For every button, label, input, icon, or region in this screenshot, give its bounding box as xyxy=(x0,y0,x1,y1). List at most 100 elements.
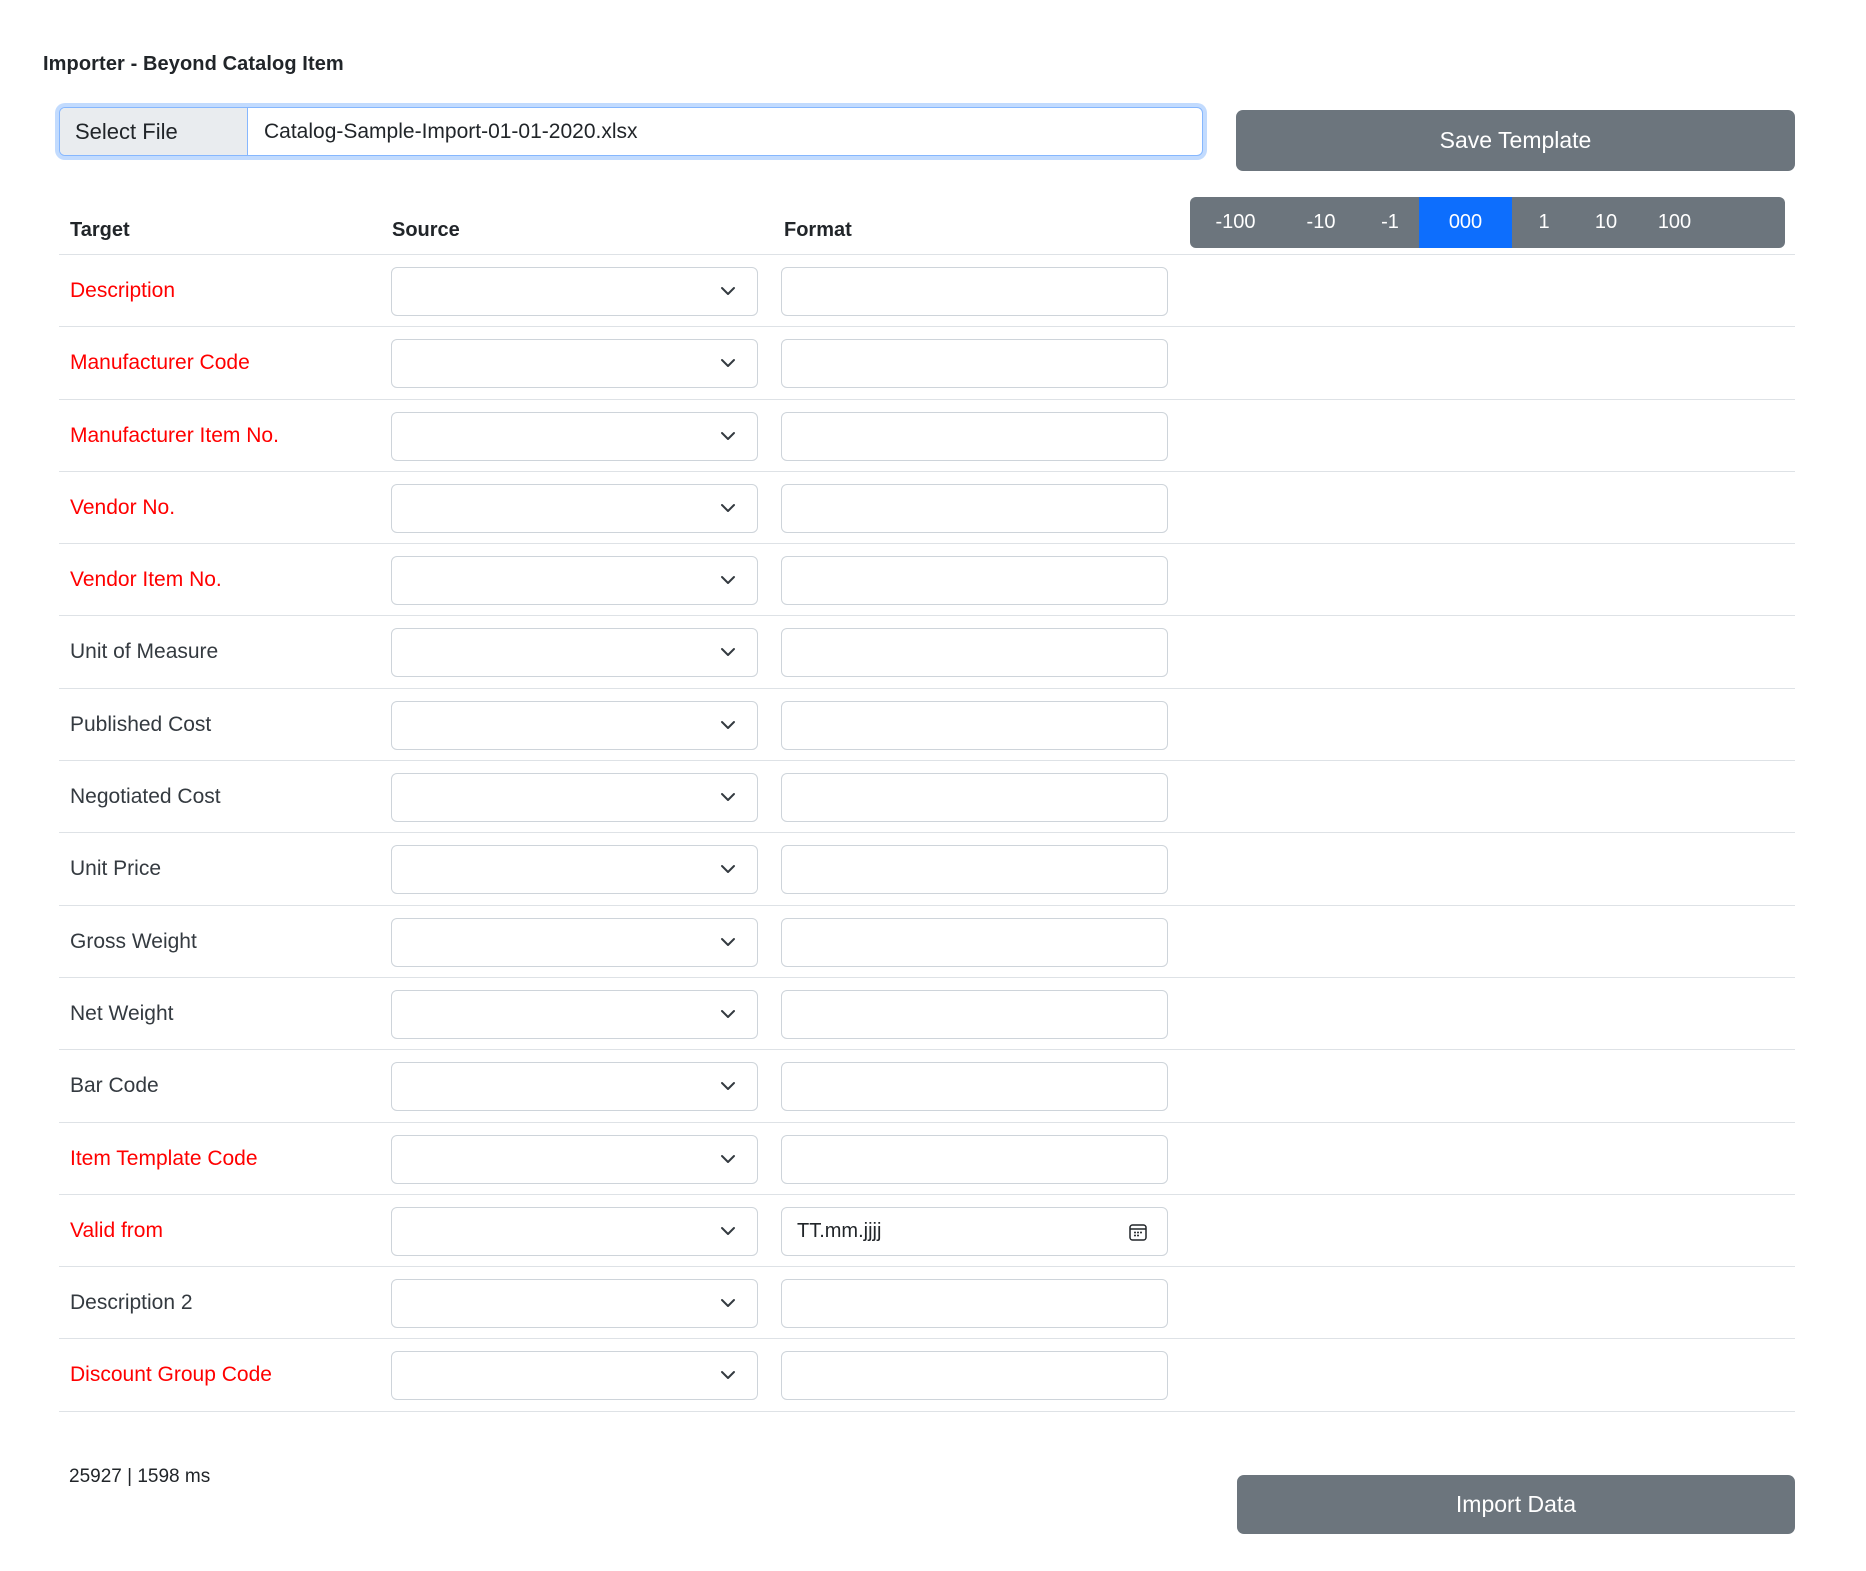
format-input[interactable] xyxy=(781,556,1168,606)
offset-step-group: -100 -10 -1 000 1 10 100 xyxy=(1190,197,1785,248)
table-row: Gross Weight xyxy=(59,906,1795,978)
chevron-down-icon xyxy=(720,1151,736,1167)
table-row: Negotiated Cost xyxy=(59,761,1795,834)
format-input[interactable] xyxy=(781,1351,1168,1401)
chevron-down-icon xyxy=(720,1223,736,1239)
source-select[interactable] xyxy=(391,700,758,750)
source-select[interactable] xyxy=(391,339,758,389)
chevron-down-icon xyxy=(720,934,736,950)
chevron-down-icon xyxy=(720,1295,736,1311)
chevron-down-icon xyxy=(720,1367,736,1383)
source-select[interactable] xyxy=(391,628,758,678)
target-field-label: Description xyxy=(70,279,176,302)
chevron-down-icon xyxy=(720,283,736,299)
table-row: Discount Group Code xyxy=(59,1339,1795,1412)
format-input[interactable] xyxy=(781,1279,1168,1329)
format-input[interactable] xyxy=(781,1134,1168,1184)
table-row: Valid from TT.mm.jjjj xyxy=(59,1195,1795,1268)
source-select[interactable] xyxy=(391,556,758,606)
source-select[interactable] xyxy=(391,267,758,316)
file-input[interactable]: Select File Catalog-Sample-Import-01-01-… xyxy=(59,107,1203,156)
chevron-down-icon xyxy=(720,428,736,444)
target-field-label: Net Weight xyxy=(70,1001,174,1025)
source-select[interactable] xyxy=(391,917,758,967)
target-field-label: Vendor No. xyxy=(70,495,176,519)
source-select[interactable] xyxy=(391,411,758,461)
table-row: Description xyxy=(59,255,1795,328)
target-field-label: Manufacturer Item No. xyxy=(70,423,279,447)
format-input[interactable] xyxy=(781,1062,1168,1112)
table-row: Vendor No. xyxy=(59,472,1795,545)
offset-step-button[interactable]: 1 xyxy=(1512,197,1576,248)
column-header-target: Target xyxy=(70,219,130,241)
table-row: Net Weight xyxy=(59,978,1795,1051)
target-field-label: Unit Price xyxy=(70,857,162,881)
format-input[interactable] xyxy=(781,845,1168,895)
select-file-button[interactable]: Select File xyxy=(60,108,248,155)
chevron-down-icon xyxy=(720,861,736,877)
table-row: Bar Code xyxy=(59,1050,1795,1123)
table-row: Manufacturer Item No. xyxy=(59,400,1795,472)
offset-step-button[interactable]: -10 xyxy=(1281,197,1361,248)
chevron-down-icon xyxy=(720,355,736,371)
calendar-icon[interactable] xyxy=(1128,1222,1148,1242)
import-status: 25927 | 1598 ms xyxy=(69,1466,211,1487)
target-field-label: Vendor Item No. xyxy=(70,568,222,592)
offset-step-button[interactable]: 10 xyxy=(1576,197,1636,248)
format-date-input[interactable]: TT.mm.jjjj xyxy=(781,1206,1168,1256)
source-select[interactable] xyxy=(391,845,758,895)
format-input[interactable] xyxy=(781,411,1168,461)
target-field-label: Description 2 xyxy=(70,1291,193,1315)
target-field-label: Gross Weight xyxy=(70,929,197,953)
target-field-label: Item Template Code xyxy=(70,1146,258,1170)
source-select[interactable] xyxy=(391,483,758,533)
target-field-label: Manufacturer Code xyxy=(70,351,250,375)
column-header-format: Format xyxy=(784,219,852,241)
format-value: TT.mm.jjjj xyxy=(797,1219,882,1242)
source-select[interactable] xyxy=(391,1062,758,1112)
target-field-label: Unit of Measure xyxy=(70,640,219,664)
chevron-down-icon xyxy=(720,500,736,516)
chevron-down-icon xyxy=(720,572,736,588)
source-select[interactable] xyxy=(391,1134,758,1184)
table-row: Manufacturer Code xyxy=(59,327,1795,400)
chevron-down-icon xyxy=(720,644,736,660)
page-title: Importer - Beyond Catalog Item xyxy=(43,53,344,75)
offset-step-button[interactable]: -100 xyxy=(1190,197,1281,248)
table-row: Vendor Item No. xyxy=(59,544,1795,617)
target-field-label: Discount Group Code xyxy=(70,1363,272,1387)
target-field-label: Bar Code xyxy=(70,1074,159,1098)
format-input[interactable] xyxy=(781,483,1168,533)
save-template-button[interactable]: Save Template xyxy=(1236,110,1795,171)
target-field-label: Negotiated Cost xyxy=(70,785,221,809)
format-input[interactable] xyxy=(781,989,1168,1039)
source-select[interactable] xyxy=(391,989,758,1039)
format-input[interactable] xyxy=(781,700,1168,750)
format-input[interactable] xyxy=(781,339,1168,389)
table-row: Unit of Measure xyxy=(59,616,1795,689)
table-row: Published Cost xyxy=(59,689,1795,762)
chevron-down-icon xyxy=(720,1006,736,1022)
format-input[interactable] xyxy=(781,917,1168,967)
chevron-down-icon xyxy=(720,1078,736,1094)
format-input[interactable] xyxy=(781,267,1168,316)
chevron-down-icon xyxy=(720,717,736,733)
source-select[interactable] xyxy=(391,1279,758,1329)
mapping-table-body: Description Manufacturer Code Manufacturer… xyxy=(59,255,1795,1412)
offset-step-button[interactable]: -1 xyxy=(1361,197,1419,248)
offset-step-button[interactable]: 000 xyxy=(1419,197,1512,248)
table-row: Description 2 xyxy=(59,1267,1795,1340)
source-select[interactable] xyxy=(391,1206,758,1256)
table-row: Unit Price xyxy=(59,833,1795,906)
selected-file-name: Catalog-Sample-Import-01-01-2020.xlsx xyxy=(264,119,638,143)
chevron-down-icon xyxy=(720,789,736,805)
format-input[interactable] xyxy=(781,628,1168,678)
target-field-label: Published Cost xyxy=(70,712,212,736)
table-row: Item Template Code xyxy=(59,1123,1795,1195)
import-data-button[interactable]: Import Data xyxy=(1237,1475,1795,1534)
source-select[interactable] xyxy=(391,1351,758,1401)
format-input[interactable] xyxy=(781,773,1168,823)
source-select[interactable] xyxy=(391,773,758,823)
offset-step-button[interactable]: 100 xyxy=(1636,197,1713,248)
target-field-label: Valid from xyxy=(70,1218,163,1242)
